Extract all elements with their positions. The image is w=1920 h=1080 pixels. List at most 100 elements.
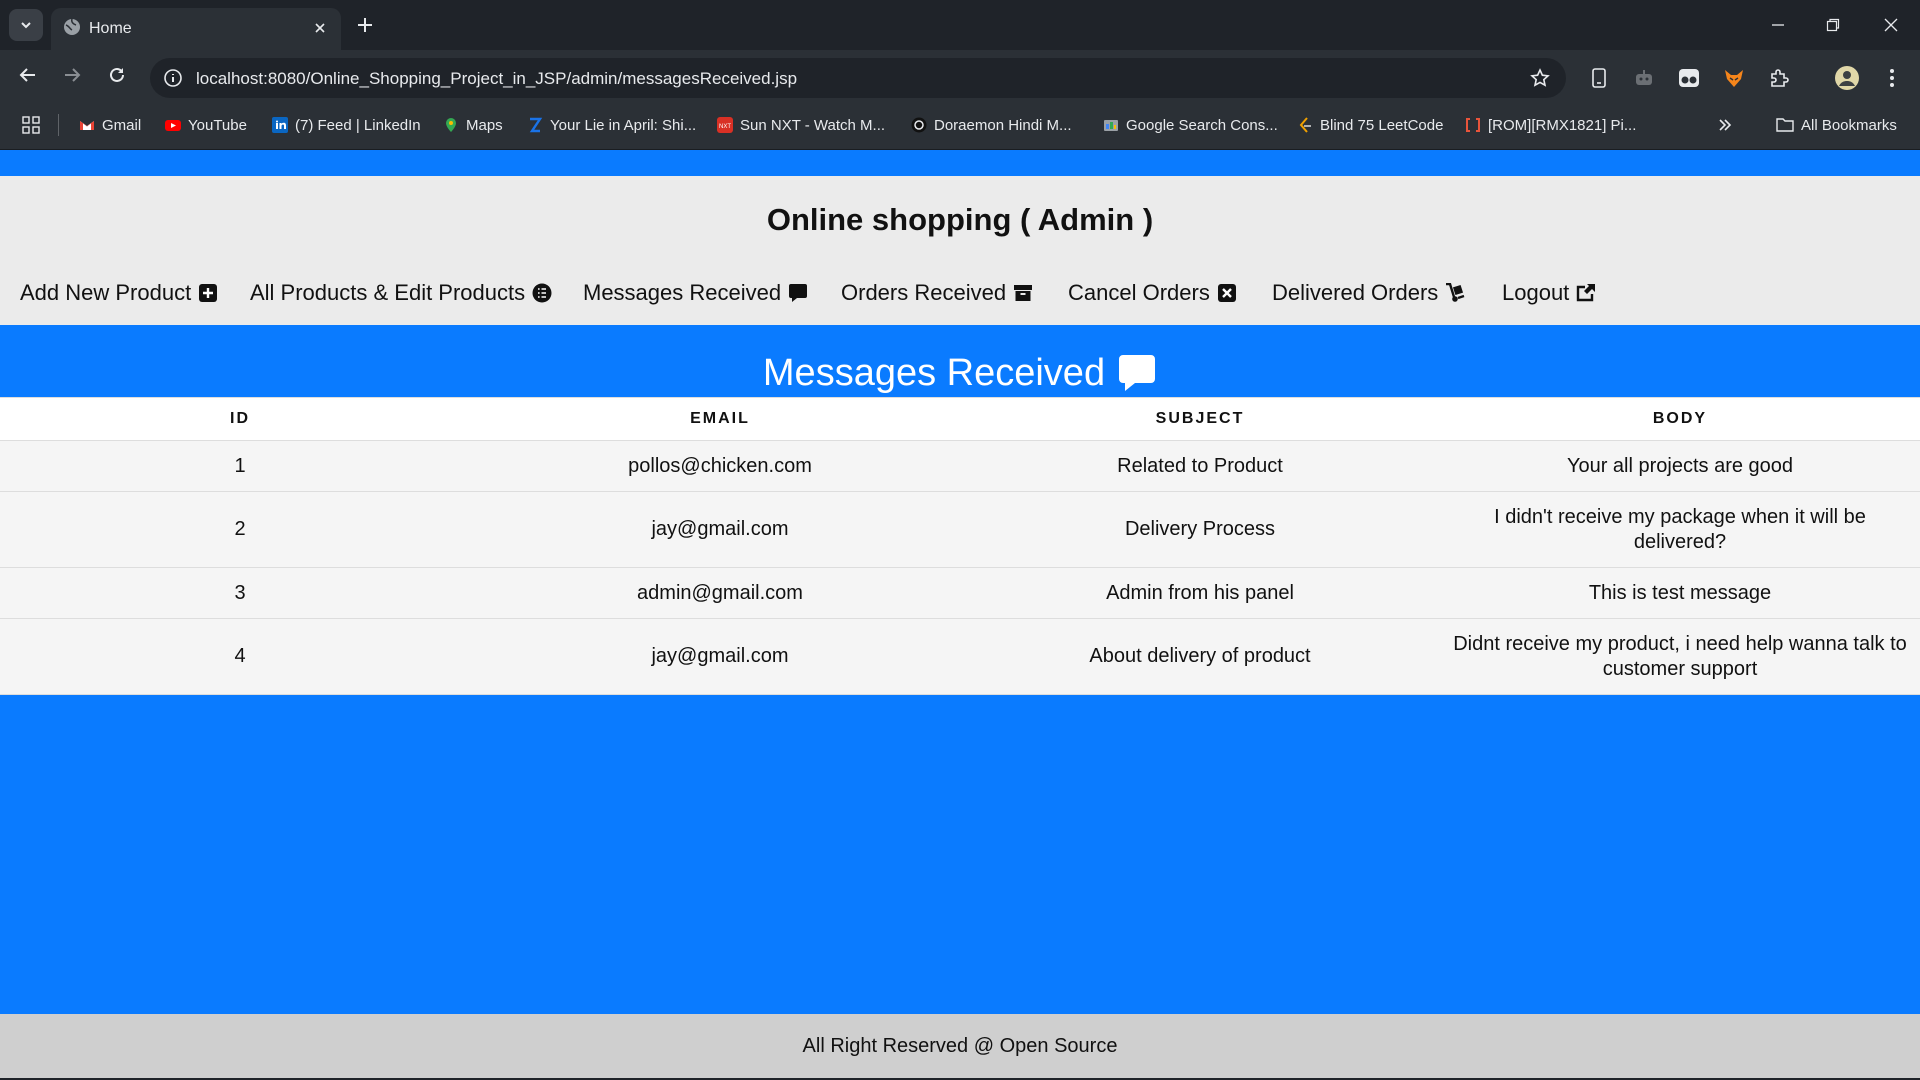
nav-label: Cancel Orders — [1068, 280, 1210, 305]
cell-subject: Delivery Process — [960, 491, 1440, 568]
bookmarks-separator — [58, 114, 59, 136]
bookmark-label: Your Lie in April: Shi... — [550, 116, 697, 134]
table-row: 4 jay@gmail.com About delivery of produc… — [0, 618, 1920, 695]
list-circle-icon — [532, 283, 552, 303]
messages-table: ID EMAIL SUBJECT BODY 1 pollos@chicken.c… — [0, 397, 1920, 695]
double-chevron-right-icon — [1719, 119, 1732, 131]
apps-grid-icon[interactable] — [22, 114, 40, 136]
site-footer: All Right Reserved @ Open Source — [0, 1014, 1920, 1078]
reload-button[interactable] — [101, 59, 133, 91]
cell-email: jay@gmail.com — [480, 618, 960, 695]
forward-button[interactable] — [56, 59, 88, 91]
folder-icon — [1776, 118, 1794, 132]
cell-body: This is test message — [1440, 567, 1920, 619]
table-row: 3 admin@gmail.com Admin from his panel T… — [0, 567, 1920, 619]
extensions-puzzle-icon[interactable] — [1765, 64, 1793, 92]
leetcode-icon — [1299, 117, 1311, 133]
active-tab[interactable]: Home — [51, 8, 341, 50]
bookmark-star-icon[interactable] — [1528, 66, 1552, 90]
bookmark-rom-rmx1821[interactable]: [ROM][RMX1821] Pi... — [1465, 114, 1636, 136]
bookmark-maps[interactable]: Maps — [443, 114, 503, 136]
bookmark-youtube[interactable]: YouTube — [165, 114, 247, 136]
bookmark-label: [ROM][RMX1821] Pi... — [1488, 116, 1637, 134]
extension-fox-icon[interactable] — [1720, 64, 1748, 92]
linkedin-icon — [272, 117, 288, 133]
plus-square-icon — [199, 284, 218, 302]
nav-delivered-orders[interactable]: Delivered Orders — [1272, 280, 1465, 306]
cell-body: Didnt receive my product, i need help wa… — [1440, 618, 1920, 695]
browser-tab-strip: Home — [0, 0, 1920, 50]
device-icon[interactable] — [1585, 64, 1613, 92]
bookmark-label: Maps — [466, 116, 503, 134]
address-bar[interactable]: localhost:8080/Online_Shopping_Project_i… — [150, 58, 1566, 98]
bookmark-sun-nxt[interactable]: NXT Sun NXT - Watch M... — [717, 114, 885, 136]
cell-email: admin@gmail.com — [480, 567, 960, 619]
url-text: localhost:8080/Online_Shopping_Project_i… — [196, 69, 798, 88]
site-brand: Online shopping ( Admin ) — [766, 202, 1154, 237]
doraemon-icon — [911, 117, 927, 133]
close-square-icon — [1217, 284, 1236, 302]
restore-icon — [1826, 18, 1840, 32]
nav-logout[interactable]: Logout — [1502, 280, 1596, 306]
bookmark-gmail[interactable]: Gmail — [79, 114, 141, 136]
tab-search-button[interactable] — [9, 9, 43, 41]
youtube-icon — [165, 120, 181, 131]
bookmark-blind-75[interactable]: Blind 75 LeetCode — [1297, 114, 1443, 136]
xda-icon — [1466, 118, 1480, 132]
column-header-email: EMAIL — [480, 397, 960, 441]
globe-icon — [64, 18, 80, 35]
nav-add-new-product[interactable]: Add New Product — [20, 280, 218, 306]
bookmark-your-lie-in-april[interactable]: Your Lie in April: Shi... — [527, 114, 696, 136]
window-close-button[interactable] — [1876, 10, 1906, 40]
extension-glasses-icon[interactable] — [1675, 64, 1703, 92]
restore-button[interactable] — [1818, 10, 1848, 40]
messages-heading: Messages Received — [0, 348, 1920, 398]
nav-orders-received[interactable]: Orders Received — [841, 280, 1033, 306]
cell-subject: Related to Product — [960, 440, 1440, 492]
minimize-icon — [1772, 24, 1784, 26]
footer-text: All Right Reserved @ Open Source — [802, 1034, 1118, 1057]
all-bookmarks-label: All Bookmarks — [1801, 116, 1897, 134]
bookmark-doraemon[interactable]: Doraemon Hindi M... — [911, 114, 1072, 136]
bookmark-label: YouTube — [188, 116, 247, 134]
bookmark-google-search-console[interactable]: Google Search Cons... — [1103, 114, 1278, 136]
new-tab-button[interactable] — [352, 12, 378, 38]
table-row: 1 pollos@chicken.com Related to Product … — [0, 440, 1920, 492]
nav-label: Messages Received — [583, 280, 782, 305]
bookmark-linkedin[interactable]: (7) Feed | LinkedIn — [272, 114, 421, 136]
table-row: 2 jay@gmail.com Delivery Process I didn'… — [0, 491, 1920, 568]
bookmark-label: Doraemon Hindi M... — [934, 116, 1072, 134]
search-console-icon — [1104, 120, 1118, 131]
all-bookmarks-button[interactable]: All Bookmarks — [1776, 114, 1897, 136]
gmail-icon — [80, 121, 94, 130]
maps-icon — [446, 118, 456, 132]
site-info-icon[interactable] — [161, 66, 185, 90]
arrow-right-icon — [65, 68, 81, 82]
nav-label: Delivered Orders — [1272, 280, 1439, 305]
tab-title: Home — [89, 20, 132, 37]
back-button[interactable] — [12, 59, 44, 91]
column-header-subject: SUBJECT — [960, 397, 1440, 441]
close-tab-icon[interactable] — [309, 17, 331, 39]
chevron-down-icon — [21, 22, 31, 29]
reload-icon — [110, 67, 124, 82]
nav-messages-received[interactable]: Messages Received — [583, 280, 808, 306]
nav-cancel-orders[interactable]: Cancel Orders — [1068, 280, 1237, 306]
plus-icon — [358, 18, 372, 32]
extension-robot-icon[interactable] — [1630, 64, 1658, 92]
bookmarks-overflow-button[interactable] — [1718, 114, 1732, 136]
minimize-button[interactable] — [1763, 10, 1793, 40]
close-icon — [1884, 18, 1898, 32]
cell-body: Your all projects are good — [1440, 440, 1920, 492]
nav-all-products[interactable]: All Products & Edit Products — [250, 280, 552, 306]
cell-email: pollos@chicken.com — [480, 440, 960, 492]
bookmark-label: Blind 75 LeetCode — [1320, 116, 1444, 134]
comment-icon — [789, 284, 808, 302]
profile-avatar-icon[interactable] — [1833, 64, 1861, 92]
cell-id: 1 — [0, 440, 480, 492]
browser-menu-icon[interactable] — [1878, 64, 1906, 92]
archive-icon — [1014, 285, 1033, 301]
comment-icon — [1119, 355, 1156, 391]
cell-id: 2 — [0, 491, 480, 568]
bookmark-label: Sun NXT - Watch M... — [740, 116, 886, 134]
